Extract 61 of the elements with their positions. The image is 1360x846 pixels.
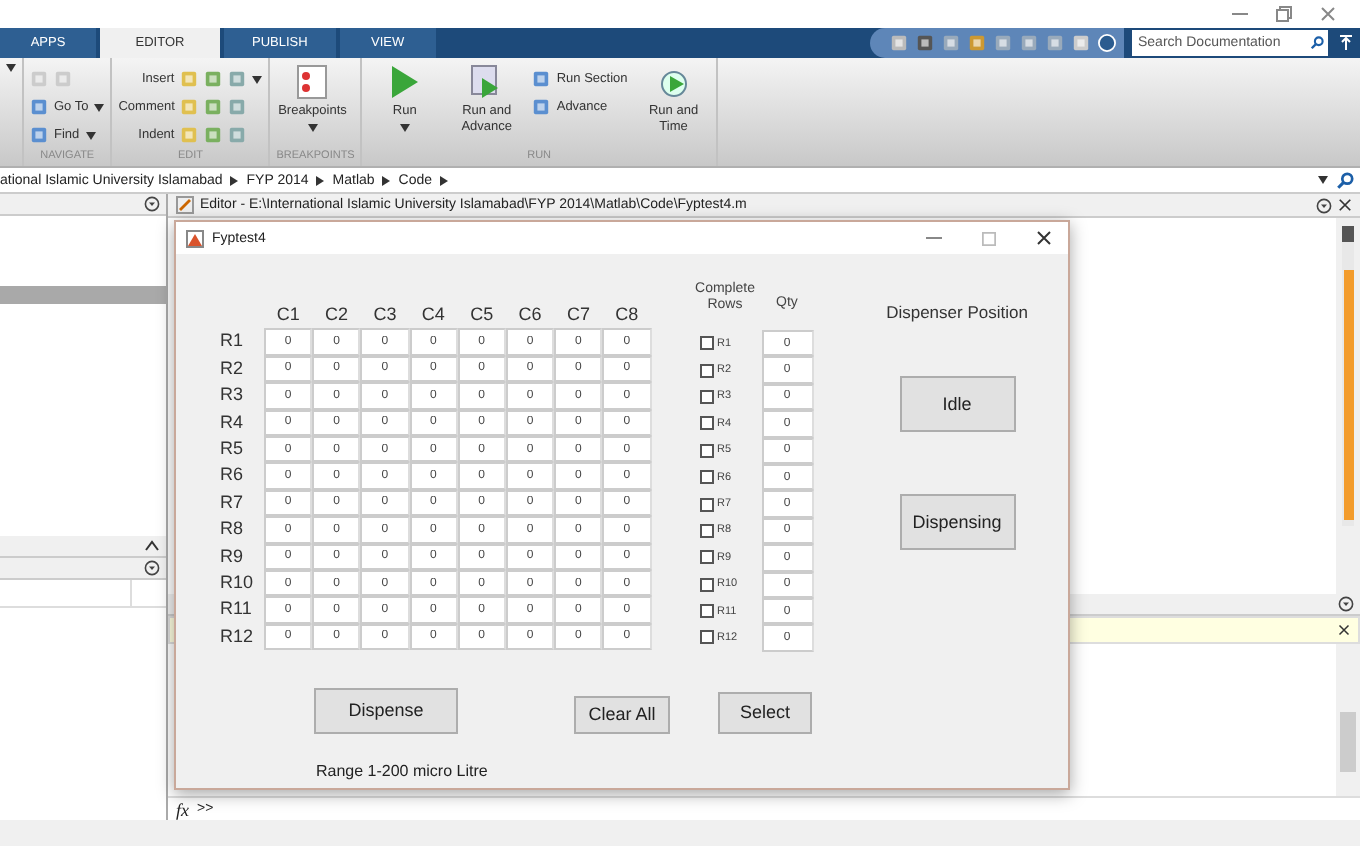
caret-icon	[94, 103, 105, 111]
editor-icon	[176, 196, 194, 214]
play-icon	[388, 64, 421, 100]
select-button[interactable]: Select	[718, 691, 812, 734]
column-header: C2	[323, 302, 351, 329]
scrollbar[interactable]	[1336, 644, 1360, 796]
clear-all-button[interactable]: Clear All	[574, 695, 670, 734]
column-header: C5	[468, 302, 496, 329]
column-header: C7	[564, 302, 592, 329]
row-header: R4	[218, 409, 246, 436]
forward-icon[interactable]	[54, 70, 72, 88]
caret-icon	[85, 131, 96, 139]
row-header: R1	[218, 328, 246, 355]
status-button[interactable]: Idle	[899, 376, 1015, 432]
panel-menu-icon[interactable]	[144, 196, 160, 212]
row-header: R7	[218, 489, 246, 516]
function-button[interactable]: fx	[176, 799, 189, 819]
row-header: R6	[218, 462, 246, 489]
row-header: R5	[218, 435, 246, 462]
breadcrumb-arrow-icon	[316, 175, 325, 185]
panel-menu-icon[interactable]	[144, 560, 160, 576]
dispense-button[interactable]: Dispense	[314, 687, 458, 734]
document-play-icon	[470, 64, 503, 100]
row-header: R3	[218, 382, 246, 409]
range-note: Range 1-200 micro Litre	[316, 761, 490, 780]
scrollbar[interactable]	[1336, 218, 1360, 594]
column-header: C8	[613, 302, 641, 329]
maximize-button[interactable]	[982, 231, 996, 245]
back-icon[interactable]	[30, 70, 48, 88]
caret-icon	[252, 75, 263, 83]
search-icon[interactable]	[1309, 36, 1323, 50]
breadcrumb-arrow-icon	[440, 175, 449, 185]
section-label: Dispenser Position	[886, 302, 1028, 322]
panel-menu-icon[interactable]	[1316, 197, 1332, 213]
breakpoints-icon	[296, 64, 329, 100]
close-icon[interactable]	[1338, 624, 1350, 636]
row-header: R9	[218, 543, 246, 570]
row-header: R8	[218, 516, 246, 543]
row-header: R12	[218, 623, 256, 650]
column-header: C1	[274, 302, 302, 329]
caret-icon	[6, 64, 16, 72]
panel-menu-icon[interactable]	[1338, 596, 1354, 612]
app-icon	[186, 229, 204, 247]
breadcrumb-arrow-icon	[230, 175, 239, 185]
column-header: C6	[516, 302, 544, 329]
column-header: C4	[419, 302, 447, 329]
status-button[interactable]: Dispensing	[899, 494, 1015, 550]
restore-button[interactable]	[1276, 6, 1292, 22]
help-icon[interactable]	[1098, 34, 1116, 52]
row-header: R10	[218, 569, 256, 596]
breadcrumb-arrow-icon	[382, 175, 391, 185]
row-header: R11	[218, 596, 254, 623]
row-header: R2	[218, 355, 246, 382]
close-button[interactable]	[1036, 230, 1052, 246]
caret-icon	[399, 123, 410, 132]
caret-icon	[307, 123, 318, 132]
column-header: C3	[371, 302, 399, 329]
search-icon[interactable]	[1336, 171, 1354, 189]
close-icon[interactable]	[1338, 198, 1352, 212]
collapse-icon[interactable]	[144, 540, 160, 552]
caret-icon	[1318, 176, 1328, 184]
